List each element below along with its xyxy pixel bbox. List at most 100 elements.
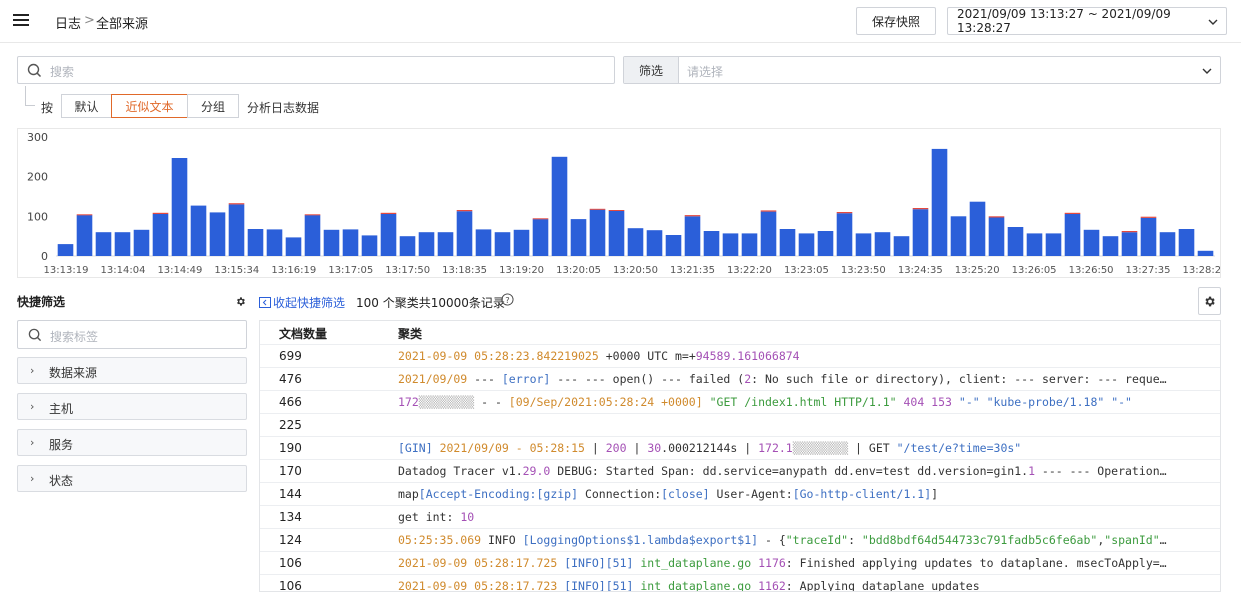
- snip: [GIN]: [398, 441, 433, 455]
- histogram-bar[interactable]: [684, 216, 701, 256]
- histogram-bar[interactable]: [893, 236, 910, 256]
- facet-status[interactable]: › 状态: [17, 465, 247, 492]
- histogram-bar[interactable]: [437, 232, 454, 256]
- histogram-bar[interactable]: [1083, 229, 1100, 256]
- filter-select[interactable]: 筛选 请选择: [623, 56, 1221, 84]
- histogram-bar[interactable]: [266, 229, 283, 256]
- menu-icon[interactable]: [13, 12, 29, 30]
- table-row[interactable]: 476 2021/09/09 --- [error] --- --- open(…: [260, 367, 1220, 390]
- histogram-bar[interactable]: [931, 148, 948, 256]
- histogram-bar[interactable]: [665, 235, 682, 256]
- gear-icon[interactable]: [235, 296, 246, 307]
- tag-search-input[interactable]: 搜索标签: [17, 320, 247, 349]
- histogram-bar[interactable]: [1045, 233, 1062, 256]
- histogram-bar[interactable]: [285, 237, 302, 256]
- histogram-bar[interactable]: [570, 219, 587, 256]
- snip: :: [848, 533, 862, 547]
- histogram-bar[interactable]: [988, 217, 1005, 257]
- analyze-option-default[interactable]: 默认: [61, 94, 112, 118]
- histogram-bar[interactable]: [912, 209, 929, 256]
- search-input[interactable]: 搜索: [17, 56, 615, 84]
- histogram-bar[interactable]: [133, 229, 150, 256]
- histogram-bar[interactable]: [342, 229, 359, 256]
- histogram-bar[interactable]: [152, 214, 169, 256]
- histogram-bar[interactable]: [741, 233, 758, 256]
- histogram-bar[interactable]: [95, 232, 112, 256]
- histogram-bar[interactable]: [1140, 217, 1157, 256]
- histogram-bar[interactable]: [57, 244, 74, 256]
- table-row[interactable]: 699 2021-09-09 05:28:23.842219025 +0000 …: [260, 344, 1220, 367]
- time-range-picker[interactable]: 2021/09/09 13:13:27 ~ 2021/09/09 13:28:2…: [947, 7, 1227, 35]
- analyze-option-similar-text[interactable]: 近似文本: [111, 94, 188, 118]
- histogram-bar[interactable]: [532, 219, 549, 256]
- table-row[interactable]: 466 172▒▒▒▒▒▒▒▒ - - [09/Sep/2021:05:28:2…: [260, 390, 1220, 413]
- histogram-bar[interactable]: [247, 229, 264, 256]
- histogram-bar[interactable]: [209, 212, 226, 256]
- help-icon[interactable]: ?: [501, 293, 514, 306]
- histogram-bar[interactable]: [323, 229, 340, 256]
- histogram-bar[interactable]: [722, 233, 739, 256]
- histogram-bar[interactable]: [1159, 232, 1176, 256]
- x-tick-label: 13:14:04: [101, 265, 146, 276]
- histogram-bar[interactable]: [1121, 232, 1138, 256]
- histogram-bar[interactable]: [646, 230, 663, 256]
- histogram-bar[interactable]: [551, 156, 568, 256]
- table-row[interactable]: 144 map[Accept-Encoding:[gzip] Connectio…: [260, 482, 1220, 505]
- histogram-bar[interactable]: [1102, 236, 1119, 256]
- histogram-bar[interactable]: [1178, 229, 1195, 256]
- table-row[interactable]: 124 05:25:35.069 INFO [LoggingOptions$1.…: [260, 528, 1220, 551]
- histogram-bar[interactable]: [171, 158, 188, 256]
- histogram-bar[interactable]: [114, 232, 131, 256]
- settings-button[interactable]: [1198, 287, 1221, 315]
- snip: 2021-09-09 05:28:17.723: [398, 579, 558, 592]
- save-snapshot-button[interactable]: 保存快照: [856, 7, 936, 35]
- histogram-bar[interactable]: [494, 232, 511, 256]
- histogram-bar[interactable]: [228, 204, 245, 256]
- histogram-bar[interactable]: [190, 205, 207, 256]
- facet-service[interactable]: › 服务: [17, 429, 247, 456]
- histogram-bar[interactable]: [456, 211, 473, 256]
- histogram-bar[interactable]: [874, 232, 891, 256]
- facet-label: 状态: [49, 474, 74, 488]
- table-row[interactable]: 170 Datadog Tracer v1.29.0 DEBUG: Starte…: [260, 459, 1220, 482]
- histogram-bar[interactable]: [627, 228, 644, 256]
- histogram-bar[interactable]: [361, 235, 378, 256]
- table-row[interactable]: 134 get int: 10: [260, 505, 1220, 528]
- svg-text:?: ?: [505, 295, 509, 305]
- histogram-bar[interactable]: [304, 215, 321, 256]
- histogram-bar[interactable]: [836, 213, 853, 256]
- analyze-option-group[interactable]: 分组: [187, 94, 239, 118]
- histogram-bar[interactable]: [855, 233, 872, 256]
- histogram-bar[interactable]: [475, 229, 492, 256]
- table-row[interactable]: 190 [GIN] 2021/09/09 - 05:28:15 | 200 | …: [260, 436, 1220, 459]
- breadcrumb-root[interactable]: 日志: [55, 13, 81, 32]
- histogram-bar[interactable]: [1026, 233, 1043, 256]
- histogram-bar[interactable]: [608, 210, 625, 256]
- histogram-bar[interactable]: [817, 231, 834, 256]
- histogram-bar[interactable]: [1197, 250, 1214, 256]
- histogram-bar[interactable]: [969, 201, 986, 256]
- y-tick-label: 0: [41, 250, 48, 263]
- histogram-bar[interactable]: [380, 214, 397, 256]
- snip: DEBUG: Started Span: dd.service=anypath …: [550, 464, 1029, 478]
- doc-count: 124: [279, 533, 302, 547]
- facet-host[interactable]: › 主机: [17, 393, 247, 420]
- histogram-bar[interactable]: [589, 209, 606, 256]
- collapse-quick-filter-link[interactable]: 收起快捷筛选: [259, 294, 345, 311]
- histogram-bar[interactable]: [1007, 227, 1024, 256]
- x-tick-label: 13:22:20: [727, 265, 772, 276]
- table-row[interactable]: 106 2021-09-09 05:28:17.725 [INFO][51] i…: [260, 551, 1220, 574]
- facet-data-source[interactable]: › 数据来源: [17, 357, 247, 384]
- histogram-bar[interactable]: [1064, 214, 1081, 256]
- table-row[interactable]: 225: [260, 413, 1220, 436]
- histogram-bar[interactable]: [513, 229, 530, 256]
- histogram-bar[interactable]: [779, 229, 796, 256]
- histogram-bar[interactable]: [703, 231, 720, 256]
- histogram-bar[interactable]: [399, 236, 416, 256]
- histogram-bar[interactable]: [950, 216, 967, 256]
- histogram-bar[interactable]: [76, 215, 93, 256]
- histogram-bar[interactable]: [798, 233, 815, 256]
- histogram-bar[interactable]: [418, 232, 435, 256]
- table-row[interactable]: 106 2021-09-09 05:28:17.723 [INFO][51] i…: [260, 574, 1220, 592]
- histogram-bar[interactable]: [760, 211, 777, 256]
